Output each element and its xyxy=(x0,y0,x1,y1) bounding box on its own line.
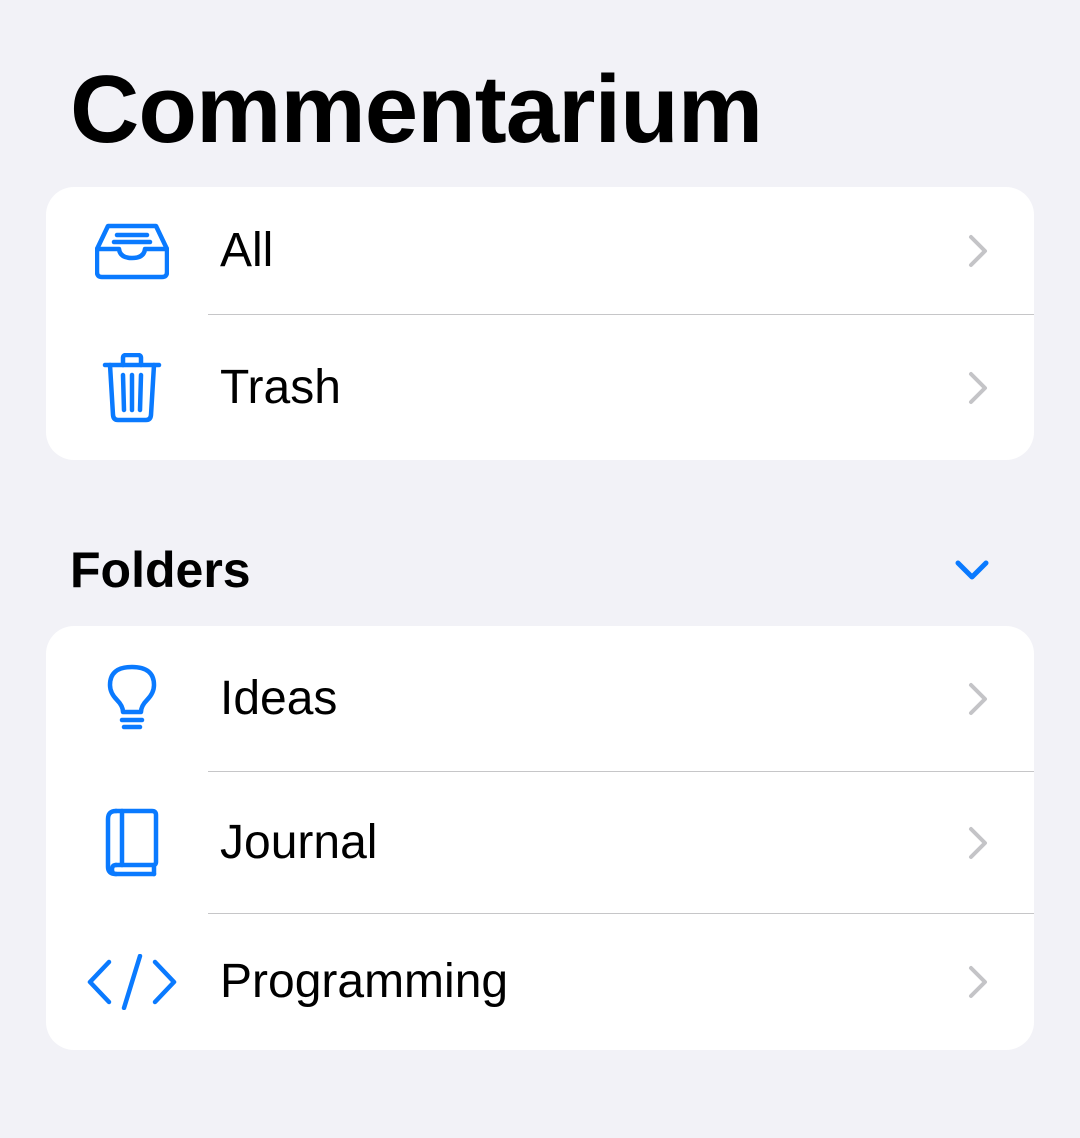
folder-item-ideas[interactable]: Ideas xyxy=(46,626,1034,772)
list-item-label: Ideas xyxy=(220,672,338,725)
list-item-label: Programming xyxy=(220,955,509,1008)
page-title: Commentarium xyxy=(70,56,763,163)
folders-section-header: Folders xyxy=(70,540,1010,600)
chevron-right-icon xyxy=(969,827,987,859)
trash-icon xyxy=(86,352,178,423)
list-item-trash[interactable]: Trash xyxy=(46,315,1034,460)
tray-icon xyxy=(86,222,178,280)
library-list: All Trash xyxy=(46,187,1034,460)
lightbulb-icon xyxy=(86,664,178,734)
chevron-down-icon xyxy=(955,560,989,580)
chevron-right-icon xyxy=(969,371,987,404)
folder-item-programming[interactable]: Programming xyxy=(46,914,1034,1050)
chevron-right-icon xyxy=(969,966,987,998)
folder-item-journal[interactable]: Journal xyxy=(46,772,1034,914)
list-item-label: Journal xyxy=(220,816,378,869)
screen: Commentarium All Trash Folders Ideas Jou… xyxy=(0,0,1080,1138)
folders-list: Ideas Journal Programming xyxy=(46,626,1034,1050)
list-item-label: Trash xyxy=(220,360,341,414)
section-title: Folders xyxy=(70,542,251,598)
book-icon xyxy=(86,808,178,878)
list-item-all[interactable]: All xyxy=(46,187,1034,315)
code-icon xyxy=(86,954,178,1010)
list-item-label: All xyxy=(220,224,274,277)
collapse-folders-button[interactable] xyxy=(952,552,992,588)
chevron-right-icon xyxy=(969,683,987,715)
chevron-right-icon xyxy=(969,235,987,267)
